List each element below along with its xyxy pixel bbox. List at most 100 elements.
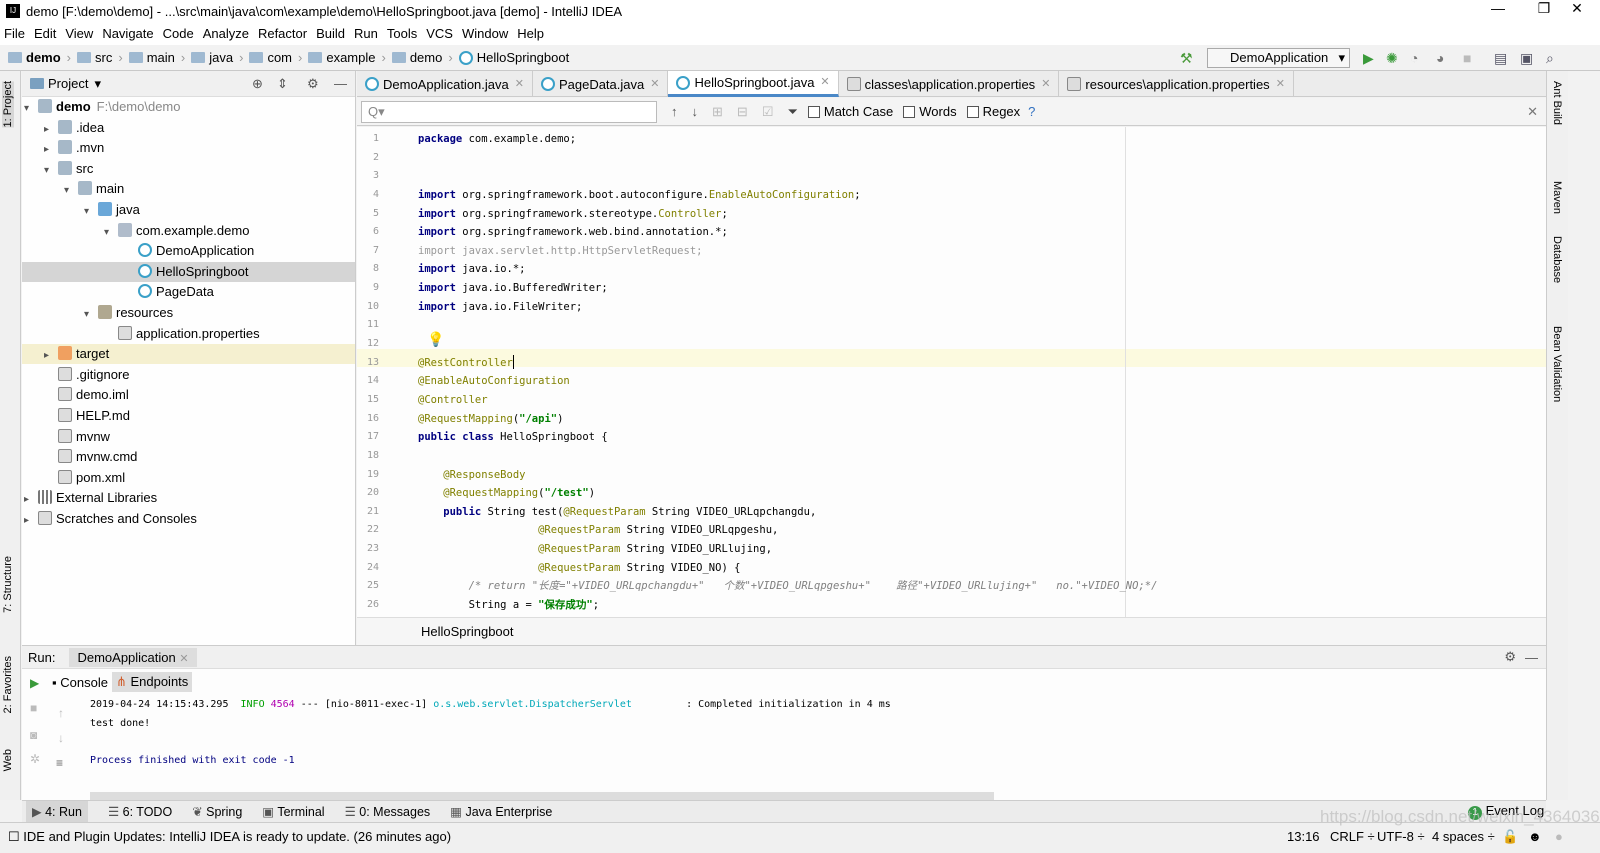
tree-item[interactable]: ▸ Scratches and Consoles — [22, 509, 355, 529]
tree-item[interactable]: PageData — [22, 282, 355, 302]
file-encoding[interactable]: UTF-8 ÷ — [1377, 829, 1425, 844]
code-editor[interactable]: 💡 1 package com.example.demo; 2 3 4 import or… — [357, 127, 1546, 617]
tool-tab-favorites[interactable]: 2: Favorites — [2, 656, 14, 713]
run-config-select[interactable]: DemoApplication ▾ — [1207, 48, 1350, 68]
tool-tab-ant-build[interactable]: Ant Build — [1551, 81, 1563, 125]
run-config-tab[interactable]: DemoApplication ✕ — [69, 647, 197, 667]
minimize-button[interactable]: — — [1475, 0, 1521, 16]
menu-edit[interactable]: Edit — [34, 26, 56, 41]
run-hide-icon[interactable]: — — [1525, 650, 1538, 665]
code-line[interactable]: import org.springframework.boot.autoconf… — [418, 186, 861, 204]
menu-view[interactable]: View — [65, 26, 93, 41]
chevron-down-icon[interactable]: ▾ — [64, 181, 78, 201]
lightbulb-icon[interactable]: 💡 — [427, 332, 444, 348]
code-line[interactable]: public class HelloSpringboot { — [418, 428, 608, 446]
breadcrumb-item[interactable]: java › — [191, 50, 243, 65]
menu-file[interactable]: File — [4, 26, 25, 41]
close-tab-icon[interactable]: ✕ — [515, 72, 524, 97]
code-line[interactable]: @RequestParam String VIDEO_NO) { — [418, 559, 740, 577]
close-button[interactable]: ✕ — [1554, 0, 1600, 17]
tree-item[interactable]: ▾ demo F:\demo\demo — [22, 97, 355, 117]
add-selection-icon[interactable]: ⊞ — [712, 104, 723, 120]
code-line[interactable]: @ResponseBody — [418, 466, 525, 484]
tree-item[interactable]: HelloSpringboot — [22, 261, 355, 282]
endpoints-tab[interactable]: ⋔ Endpoints — [111, 672, 193, 692]
menu-build[interactable]: Build — [316, 26, 345, 41]
tool-button-java-enterprise[interactable]: ▦ Java Enterprise — [450, 804, 552, 819]
tool-tab-structure[interactable]: 7: Structure — [2, 556, 14, 613]
dump-threads-icon[interactable]: ◙ — [30, 728, 37, 742]
words-checkbox[interactable] — [903, 105, 916, 118]
code-line[interactable]: @RestController — [418, 354, 514, 372]
chevron-right-icon[interactable]: ▸ — [24, 490, 38, 510]
locate-icon[interactable]: ⊕ — [252, 76, 263, 92]
menu-analyze[interactable]: Analyze — [203, 26, 249, 41]
breadcrumb-item[interactable]: demo › — [8, 50, 71, 65]
console-horizontal-scrollbar[interactable] — [90, 792, 994, 800]
regex-help-link[interactable]: ? — [1028, 104, 1035, 119]
hector-icon[interactable]: ☻ — [1528, 829, 1542, 844]
breadcrumb-item[interactable]: main › — [128, 50, 185, 65]
tool-tab-web[interactable]: Web — [2, 749, 14, 771]
menu-run[interactable]: Run — [354, 26, 378, 41]
code-line[interactable]: import javax.servlet.http.HttpServletReq… — [418, 242, 702, 260]
tree-item[interactable]: application.properties — [22, 324, 355, 344]
project-title[interactable]: Project — [48, 76, 88, 91]
tab-resources-application-properties[interactable]: resources\application.properties ✕ — [1059, 71, 1294, 97]
code-line[interactable]: package com.example.demo; — [418, 130, 576, 148]
filter-icon[interactable]: ⏷ — [787, 104, 797, 120]
code-line[interactable]: @RequestMapping("/api") — [418, 410, 563, 428]
tool-button-terminal[interactable]: ▣ Terminal — [262, 804, 324, 819]
menu-vcs[interactable]: VCS — [426, 26, 453, 41]
tool-tab-project[interactable]: 1: Project — [2, 81, 14, 128]
lock-icon[interactable]: 🔓 — [1502, 829, 1518, 845]
tree-item[interactable]: ▾ java — [22, 200, 355, 220]
chevron-right-icon[interactable]: ▸ — [44, 346, 58, 366]
tree-item[interactable]: ▸ External Libraries — [22, 488, 355, 508]
breadcrumb-item[interactable]: src › — [77, 50, 123, 65]
chevron-right-icon[interactable]: ▸ — [24, 511, 38, 531]
regex-checkbox[interactable] — [966, 105, 979, 118]
code-line[interactable]: @RequestParam String VIDEO_URLqpgeshu, — [418, 521, 778, 539]
tree-item[interactable]: ▾ resources — [22, 303, 355, 323]
tree-item[interactable]: .gitignore — [22, 365, 355, 385]
code-line[interactable]: import java.io.BufferedWriter; — [418, 279, 608, 297]
chevron-down-icon[interactable]: ▾ — [104, 223, 118, 243]
tab-demoapplication-java[interactable]: DemoApplication.java ✕ — [357, 71, 533, 97]
tab-pagedata-java[interactable]: PageData.java ✕ — [533, 71, 669, 97]
chevron-down-icon[interactable]: ▾ — [24, 99, 38, 119]
code-line[interactable]: @EnableAutoConfiguration — [418, 372, 570, 390]
code-line[interactable]: @Controller — [418, 391, 488, 409]
tree-item[interactable]: mvnw.cmd — [22, 447, 355, 467]
soft-wrap-icon[interactable]: ≡ — [56, 756, 63, 770]
code-line[interactable]: import org.springframework.stereotype.Co… — [418, 205, 728, 223]
code-line[interactable]: /* return "长度="+VIDEO_URLqpchangdu+" 个数"… — [418, 577, 1158, 595]
tool-button--messages[interactable]: ☰ 0: Messages — [345, 804, 431, 819]
select-all-icon[interactable]: ☑ — [762, 104, 774, 120]
tab-hellospringboot-java[interactable]: HelloSpringboot.java ✕ — [668, 70, 839, 97]
hide-icon[interactable]: — — [334, 76, 347, 91]
coverage-icon[interactable]: ◔ — [1410, 50, 1418, 66]
tree-item[interactable]: HELP.md — [22, 406, 355, 426]
menu-help[interactable]: Help — [517, 26, 544, 41]
close-tab-icon[interactable]: ✕ — [820, 70, 829, 95]
scroll-up-icon[interactable]: ↑ — [58, 706, 64, 720]
remove-selection-icon[interactable]: ⊟ — [737, 104, 748, 120]
line-separator[interactable]: CRLF ÷ — [1330, 829, 1375, 844]
tree-item[interactable]: ▸ target — [22, 344, 355, 366]
breadcrumb-item[interactable]: HelloSpringboot — [458, 50, 569, 65]
tree-item[interactable]: ▾ src — [22, 159, 355, 179]
tool-button--run[interactable]: ▶ 4: Run — [26, 801, 88, 822]
gear-icon[interactable]: ⚙ — [307, 76, 319, 92]
caret-position[interactable]: 13:16 — [1287, 829, 1320, 844]
code-line[interactable]: @RequestParam String VIDEO_URLlujing, — [418, 540, 772, 558]
breadcrumb-item[interactable]: com › — [249, 50, 302, 65]
project-structure-icon[interactable]: ▤ — [1494, 50, 1507, 67]
tree-item[interactable]: pom.xml — [22, 468, 355, 488]
close-tab-icon[interactable]: ✕ — [650, 72, 659, 97]
tree-item[interactable]: ▾ com.example.demo — [22, 221, 355, 241]
tree-item[interactable]: demo.iml — [22, 385, 355, 405]
menu-code[interactable]: Code — [163, 26, 194, 41]
presentation-icon[interactable]: ▣ — [1520, 50, 1533, 67]
code-line[interactable]: @RequestMapping("/test") — [418, 484, 595, 502]
